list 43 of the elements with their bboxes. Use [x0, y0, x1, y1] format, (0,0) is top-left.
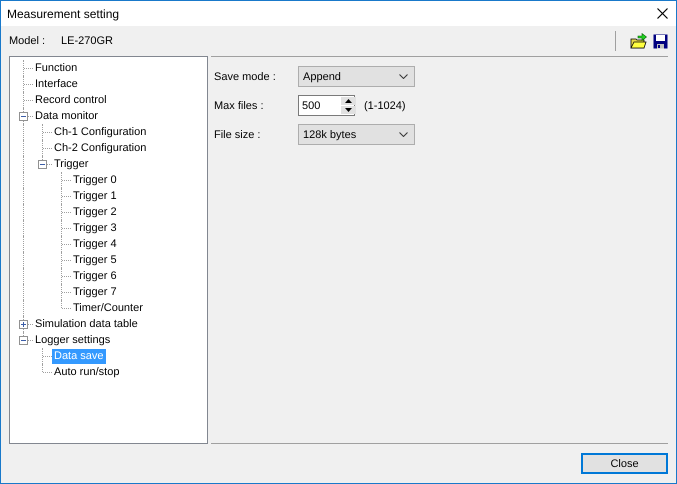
tree-item[interactable]: Trigger 7: [71, 284, 119, 300]
tree-item[interactable]: Record control: [33, 92, 109, 108]
tree-item[interactable]: Simulation data table: [33, 316, 140, 332]
tree-item[interactable]: Ch-2 Configuration: [52, 140, 148, 156]
window-title: Measurement setting: [7, 6, 120, 20]
collapse-icon[interactable]: [19, 112, 28, 121]
tree-item[interactable]: Trigger 5: [71, 252, 119, 268]
setting-label: Save mode :: [214, 70, 277, 82]
collapse-icon[interactable]: [19, 336, 28, 345]
tree-item[interactable]: Trigger 0: [71, 172, 119, 188]
dropdown[interactable]: Append: [298, 66, 415, 87]
tree-item[interactable]: Ch-1 Configuration: [52, 124, 148, 140]
setting-label: File size :: [214, 128, 262, 140]
spin-up-button[interactable]: [341, 97, 356, 105]
dropdown[interactable]: 128k bytes: [298, 124, 415, 145]
folder-arrow-icon[interactable]: [630, 33, 647, 49]
tree-item[interactable]: Trigger 3: [71, 220, 119, 236]
input-field[interactable]: 500: [299, 100, 341, 112]
chevron-down-icon: [399, 74, 408, 79]
model-label: Model :: [9, 35, 46, 47]
tree-item[interactable]: Data monitor: [33, 108, 100, 124]
tree-item[interactable]: Auto run/stop: [52, 364, 122, 380]
tree-item[interactable]: Trigger 6: [71, 268, 119, 284]
tree-item[interactable]: Logger settings: [33, 332, 112, 348]
up-arrow-icon: [345, 99, 352, 103]
tree-item[interactable]: Function: [33, 60, 80, 76]
spin-box[interactable]: 500: [298, 95, 355, 116]
tree-item[interactable]: Timer/Counter: [71, 300, 145, 316]
tree-item[interactable]: Trigger 1: [71, 188, 119, 204]
tree-item[interactable]: Trigger 4: [71, 236, 119, 252]
close-button[interactable]: Close: [581, 453, 668, 474]
down-arrow-icon: [345, 108, 352, 112]
expand-icon[interactable]: [19, 320, 28, 329]
chevron-down-icon: [399, 132, 408, 137]
tree-item[interactable]: Interface: [33, 76, 80, 92]
spin-down-button[interactable]: [341, 106, 356, 114]
tree-item[interactable]: Trigger 2: [71, 204, 119, 220]
tree-item[interactable]: Trigger: [52, 156, 90, 172]
setting-label: Max files :: [214, 100, 265, 112]
collapse-icon[interactable]: [38, 160, 47, 169]
model-value: LE-270GR: [61, 35, 114, 47]
close-icon[interactable]: [657, 8, 668, 19]
range-hint: (1-1024): [364, 100, 406, 112]
